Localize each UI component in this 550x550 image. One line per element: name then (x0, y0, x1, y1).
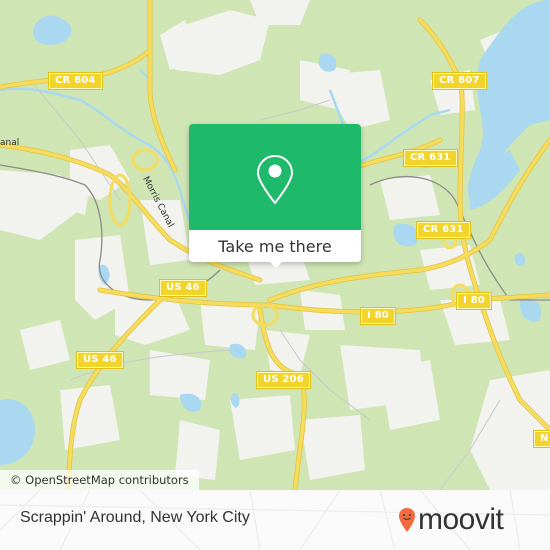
popup-header (189, 124, 361, 230)
footer-bar: Scrappin' Around, New York City moovit (0, 490, 550, 550)
place-name: Scrappin' Around, New York City (20, 509, 250, 526)
road-shield-cr631: CR 631 (403, 149, 458, 167)
road-shield-i80: I 80 (360, 307, 396, 325)
road-shield-n: N (533, 430, 550, 448)
brand-name: moovit (418, 503, 504, 536)
moovit-pin-icon (399, 508, 415, 532)
take-me-there-button[interactable]: Take me there (189, 230, 361, 262)
road-shield-i80: I 80 (456, 292, 492, 310)
map-attribution[interactable]: © OpenStreetMap contributors (0, 470, 199, 490)
map-pin-icon (256, 154, 294, 205)
popup-tail (268, 260, 284, 268)
location-popup: Take me there (189, 124, 361, 268)
map-widget: CR 604 CR 607 CR 631 CR 631 US 46 US 46 … (0, 0, 550, 550)
road-shield-cr631: CR 631 (416, 221, 471, 239)
road-shield-us206: US 206 (256, 371, 311, 389)
road-shield-us46: US 46 (76, 351, 124, 369)
road-shield-us46: US 46 (159, 279, 207, 297)
road-shield-cr604: CR 604 (48, 72, 103, 90)
map-canvas[interactable]: CR 604 CR 607 CR 631 CR 631 US 46 US 46 … (0, 0, 550, 490)
road-shield-cr607: CR 607 (432, 72, 487, 90)
moovit-logo[interactable]: moovit (398, 502, 504, 538)
water-label-canal: anal (0, 138, 20, 148)
